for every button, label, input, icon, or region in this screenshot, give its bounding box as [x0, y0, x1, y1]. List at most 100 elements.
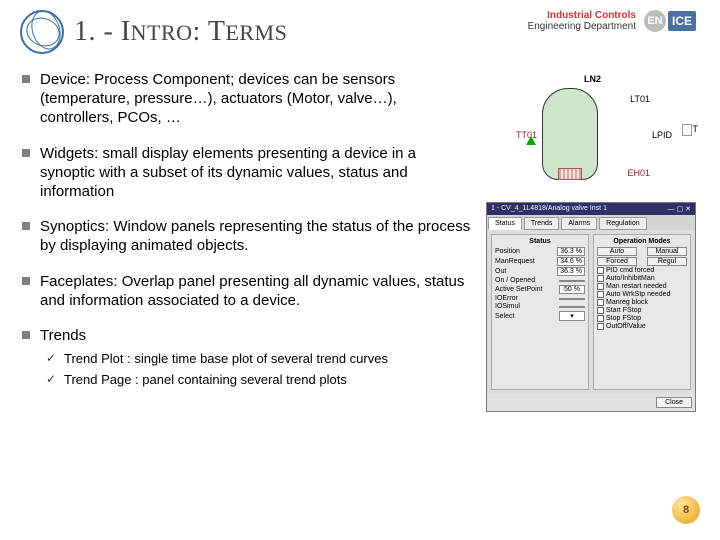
row-label: On / Opened: [495, 277, 535, 284]
check-row: OutOff/Value: [597, 323, 687, 330]
mode-auto-button[interactable]: Auto: [597, 247, 637, 256]
bullet-trends: Trends Trend Plot : single time base plo…: [20, 326, 472, 388]
status-row: Out 36.3 %: [495, 267, 585, 276]
status-row: On / Opened: [495, 277, 585, 284]
close-button[interactable]: Close: [656, 397, 692, 408]
sub-trend-page: Trend Page : panel containing several tr…: [40, 372, 472, 389]
row-label: IOError: [495, 295, 518, 302]
tab-trends[interactable]: Trends: [524, 217, 560, 230]
check-row: Manreg block: [597, 299, 687, 306]
faceplate-thumbnail: 1 - CV_4_1L4818/Analog valve Inst 1 — ▢ …: [486, 202, 696, 412]
checkbox-icon[interactable]: [597, 315, 604, 322]
window-buttons-icon: — ▢ ✕: [668, 205, 691, 213]
title-part: : T: [193, 16, 226, 47]
header-left: 1. - INTRO: TERMS: [20, 10, 287, 54]
label-ln2: LN2: [584, 74, 601, 84]
check-label: Manreg block: [606, 299, 648, 306]
check-row: Auto/InhibitMan: [597, 275, 687, 282]
ice-badge: ICE: [668, 11, 696, 31]
group-modes-header: Operation Modes: [597, 238, 687, 245]
en-badge: EN: [644, 10, 666, 32]
panel-title-text: 1 - CV_4_1L4818/Analog valve Inst 1: [491, 205, 607, 213]
status-row: Position 36.3 %: [495, 247, 585, 256]
check-label: PID cmd forced: [606, 267, 654, 274]
bullet-faceplates: Faceplates: Overlap panel presenting all…: [20, 272, 472, 310]
enice-logo-icon: EN ICE: [644, 10, 696, 32]
mode-regul-button[interactable]: Regul: [647, 257, 687, 266]
panel-body: Status Position 36.3 % ManRequest34.6 % O…: [487, 230, 695, 394]
tab-alarms[interactable]: Alarms: [561, 217, 597, 230]
select-label: Select: [495, 313, 514, 320]
header-right: Industrial Controls Engineering Departme…: [528, 10, 696, 32]
group-modes: Operation Modes Auto Manual Forced Regul…: [593, 234, 691, 390]
text-column: Device: Process Component; devices can b…: [20, 70, 472, 412]
dept-line1: Industrial Controls: [528, 10, 636, 21]
select-row: Select ▾: [495, 311, 585, 321]
mode-row: Forced Regul: [597, 257, 687, 266]
group-status-header: Status: [495, 238, 585, 245]
tab-status[interactable]: Status: [488, 217, 522, 230]
check-row: PID cmd forced: [597, 267, 687, 274]
row-label: IOSimul: [495, 303, 520, 310]
checkbox-icon[interactable]: [597, 275, 604, 282]
select-value[interactable]: ▾: [559, 311, 585, 321]
mode-manual-button[interactable]: Manual: [647, 247, 687, 256]
slide-title: 1. - INTRO: TERMS: [74, 16, 287, 48]
row-label: Position: [495, 248, 520, 255]
heater-icon: [558, 168, 582, 180]
department-label: Industrial Controls Engineering Departme…: [528, 10, 636, 32]
check-label: Auto WrkStp needed: [606, 291, 670, 298]
mode-row: Auto Manual: [597, 247, 687, 256]
mode-forced-button[interactable]: Forced: [597, 257, 637, 266]
bullet-device: Device: Process Component; devices can b…: [20, 70, 472, 128]
row-value: [559, 280, 585, 282]
panel-titlebar: 1 - CV_4_1L4818/Analog valve Inst 1 — ▢ …: [487, 203, 695, 215]
row-label: Active SetPoint: [495, 286, 542, 293]
body: Device: Process Component; devices can b…: [20, 70, 696, 412]
row-value: [559, 298, 585, 300]
title-part: ERMS: [225, 20, 287, 45]
check-row: Start FStop: [597, 307, 687, 314]
checkbox-icon[interactable]: [597, 299, 604, 306]
group-status: Status Position 36.3 % ManRequest34.6 % O…: [491, 234, 589, 390]
bullet-synoptics: Synoptics: Window panels representing th…: [20, 217, 472, 255]
check-label: Stop FStop: [606, 315, 641, 322]
status-row: IOError: [495, 295, 585, 302]
row-label: Out: [495, 268, 506, 275]
page-number-badge: 8: [672, 496, 700, 524]
status-row: Active SetPoint 50 %: [495, 285, 585, 294]
label-t: T: [693, 124, 699, 134]
checkbox-icon[interactable]: [597, 307, 604, 314]
title-part: NTRO: [131, 20, 193, 45]
row-value: 36.3 %: [557, 247, 585, 256]
row-value: 36.3 %: [557, 267, 585, 276]
check-label: Start FStop: [606, 307, 641, 314]
tab-regulation[interactable]: Regulation: [599, 217, 646, 230]
tank-icon: [542, 88, 598, 180]
header: 1. - INTRO: TERMS Industrial Controls En…: [20, 10, 696, 66]
check-label: Man restart needed: [606, 283, 667, 290]
check-row: Auto WrkStp needed: [597, 291, 687, 298]
panel-footer: Close: [487, 394, 695, 411]
sub-list: Trend Plot : single time base plot of se…: [40, 351, 472, 388]
panel-tabs: Status Trends Alarms Regulation: [487, 215, 695, 230]
triangle-up-icon: [526, 136, 536, 145]
row-value: [559, 306, 585, 308]
checkbox-icon[interactable]: [597, 323, 604, 330]
row-label: ManRequest: [495, 258, 535, 265]
checkbox-icon[interactable]: [597, 283, 604, 290]
bullet-list: Device: Process Component; devices can b…: [20, 70, 472, 388]
checkbox-icon[interactable]: [597, 267, 604, 274]
label-eh01: EH01: [627, 168, 650, 178]
t-box-icon: [682, 124, 692, 136]
bullet-widgets: Widgets: small display elements presenti…: [20, 144, 472, 202]
status-row: ManRequest34.6 %: [495, 257, 585, 266]
slide: 1. - INTRO: TERMS Industrial Controls En…: [0, 0, 720, 540]
sub-trend-plot: Trend Plot : single time base plot of se…: [40, 351, 472, 368]
check-label: OutOff/Value: [606, 323, 646, 330]
dept-line2: Engineering Department: [528, 21, 636, 32]
row-value: 50 %: [559, 285, 585, 294]
widget-thumbnail: LN2 LT01 TT01 LPID T EH01: [486, 70, 696, 190]
label-lt01: LT01: [630, 94, 650, 104]
checkbox-icon[interactable]: [597, 291, 604, 298]
